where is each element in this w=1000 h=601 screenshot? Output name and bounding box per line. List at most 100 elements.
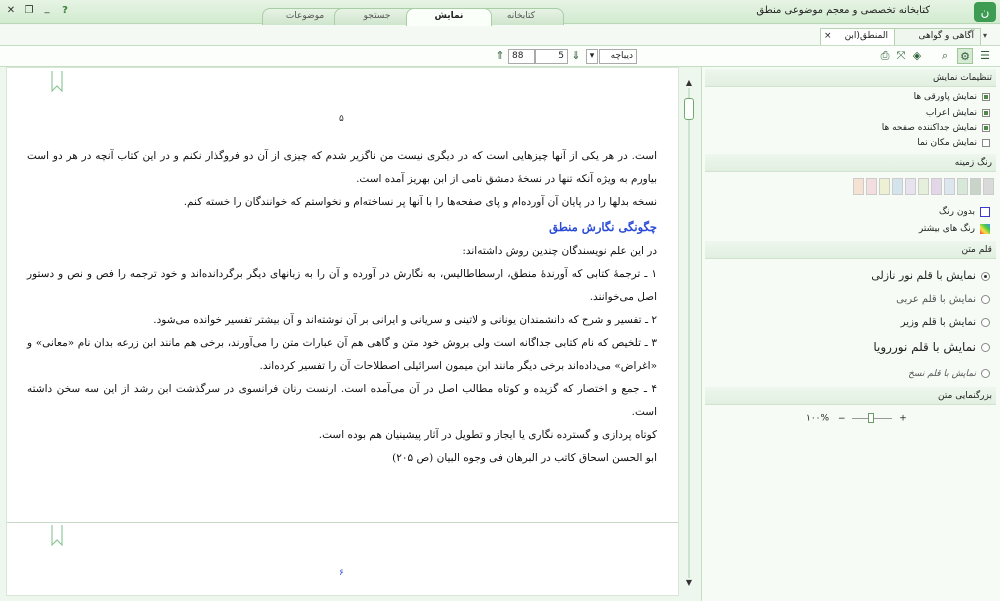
scroll-thumb[interactable] (684, 98, 694, 120)
section-heading: چگونگی نگارش منطق (549, 220, 657, 234)
document-text: است. در هر یکی از آنها چیزهایی است که در… (27, 145, 657, 470)
page-number-top: ۵ (339, 114, 344, 124)
paragraph: کوتاه پردازی و گسترده نگاری یا ایجاز و ت… (318, 429, 657, 441)
toolbar: ⎙ ⤧ ◈ ⌕ ⚙ ☰ ▾ دیباچه ⇓ 5 88 ⇑ (0, 46, 1000, 67)
scroll-down-icon[interactable]: ▼ (683, 578, 695, 588)
paragraph: در این علم نویسندگان چندین روش داشته‌اند… (462, 245, 657, 257)
option-page-separators[interactable]: نمایش جداکننده صفحه ها (882, 122, 990, 134)
print-icon[interactable]: ⎙ (877, 48, 893, 64)
background-color-title: رنگ زمینه (705, 154, 996, 172)
option-label: نمایش مکان نما (917, 138, 977, 148)
option-cursor[interactable]: نمایش مکان نما (917, 137, 990, 149)
book-tab-awareness[interactable]: آگاهی و گواهی (893, 28, 981, 45)
font-option-nour-nazli[interactable]: نمایش با قلم نور نازلی (871, 267, 990, 285)
settings-panel: تنظیمات نمایش نمایش پاورقی ها نمایش اعرا… (701, 67, 1000, 601)
color-swatch[interactable] (892, 178, 903, 195)
page-bookmark-icon[interactable] (51, 71, 63, 93)
zoom-input[interactable]: 88 (508, 49, 535, 64)
checkbox-icon[interactable] (982, 123, 990, 132)
section-select[interactable]: دیباچه (599, 49, 637, 64)
paragraph: نسخه بدلها را در پایان آن آورده‌ام و پای… (183, 196, 657, 208)
book-tab-almantiq[interactable]: المنطق(ابن مقفع) × (820, 28, 895, 56)
app-logo: ن (974, 2, 996, 22)
no-color-swatch[interactable] (980, 206, 990, 217)
bookmark-icon[interactable]: ◈ (909, 48, 925, 64)
zoom-value: ۱۰۰% (806, 413, 830, 424)
zoom-in-button[interactable]: + (899, 414, 907, 424)
zoom-out-button[interactable]: − (838, 414, 846, 424)
page-separator (7, 522, 678, 523)
radio-icon[interactable] (981, 369, 990, 378)
color-swatch[interactable] (957, 178, 968, 195)
option-footnotes[interactable]: نمایش پاورقی ها (914, 91, 990, 103)
fullscreen-icon[interactable]: ⤧ (893, 48, 909, 64)
help-button[interactable]: ? (58, 3, 72, 19)
font-option-label: نمایش با قلم نوررویا (873, 340, 976, 354)
tab-view[interactable]: نمایش (406, 8, 492, 26)
paragraph: است. در هر یکی از آنها چیزهایی است که در… (27, 150, 657, 185)
color-swatch[interactable] (970, 178, 981, 195)
list-icon[interactable]: ☰ (977, 48, 993, 64)
radio-icon[interactable] (981, 294, 990, 304)
font-title: قلم متن (705, 241, 996, 259)
tab-list-dropdown-icon[interactable]: ▾ (983, 31, 995, 43)
color-swatch[interactable] (931, 178, 942, 195)
text-zoom-control: ۱۰۰% − + (806, 413, 907, 424)
color-swatch[interactable] (866, 178, 877, 195)
font-option-vazir[interactable]: نمایش با قلم وزیر (901, 314, 990, 332)
text-zoom-title: بزرگنمایی متن (705, 387, 996, 405)
font-option-arabic[interactable]: نمایش با قلم عربی (896, 291, 990, 309)
close-window-button[interactable]: ✕ (4, 3, 18, 19)
prev-page-icon[interactable]: ⇑ (494, 48, 506, 64)
settings-gear-icon[interactable]: ⚙ (957, 48, 973, 64)
option-diacritics[interactable]: نمایش اعراب (926, 107, 990, 119)
option-label: نمایش پاورقی ها (913, 92, 977, 102)
font-option-label: نمایش با قلم عربی (896, 294, 976, 305)
page-bookmark-icon[interactable] (51, 525, 63, 547)
color-swatch[interactable] (918, 178, 929, 195)
color-swatch[interactable] (905, 178, 916, 195)
section-dropdown-arrow-icon[interactable]: ▾ (586, 49, 598, 64)
next-page-icon[interactable]: ⇓ (570, 48, 582, 64)
restore-window-button[interactable]: ❐ (22, 3, 36, 19)
checkbox-icon[interactable] (982, 108, 990, 117)
checkbox-icon[interactable] (982, 138, 990, 147)
page-number-bottom: ۶ (339, 568, 344, 578)
font-option-label: نمایش با قلم نور نازلی (871, 269, 976, 282)
scroll-track (688, 88, 690, 578)
zoom-slider[interactable] (852, 413, 893, 423)
font-option-naskh[interactable]: نمایش با قلم نسخ (908, 365, 990, 383)
color-swatch[interactable] (983, 178, 994, 195)
color-swatch[interactable] (879, 178, 890, 195)
paragraph: ۴ ـ جمع و اختصار که گزیده و کوتاه مطالب … (27, 383, 657, 418)
book-tab-strip: آگاهی و گواهی المنطق(ابن مقفع) × ▾ (0, 25, 1000, 56)
close-tab-icon[interactable]: × (824, 29, 832, 44)
option-label: رنگ های بیشتر (918, 224, 975, 234)
radio-icon[interactable] (981, 343, 990, 352)
checkbox-icon[interactable] (982, 92, 990, 101)
option-label: نمایش جداکننده صفحه ها (881, 123, 977, 133)
paragraph: ابو الحسن اسحاق کاتب در البرهان فی وجوه … (392, 452, 657, 464)
app-title: کتابخانه تخصصی و معجم موضوعی منطق (756, 5, 930, 16)
minimize-window-button[interactable]: _ (40, 3, 54, 19)
document-scrollbar[interactable]: ▲ ▼ (683, 78, 695, 590)
font-option-nour-roya[interactable]: نمایش با قلم نوررویا (873, 338, 990, 356)
palette-icon[interactable] (980, 223, 990, 234)
radio-icon[interactable] (981, 271, 990, 281)
paragraph: ۳ ـ تلخیص که نام کتابی جداگانه است ولی ب… (27, 337, 657, 372)
page-number-input[interactable]: 5 (535, 49, 568, 64)
option-label: بدون رنگ (939, 207, 975, 217)
color-swatch[interactable] (944, 178, 955, 195)
no-color-option[interactable]: بدون رنگ (939, 206, 990, 218)
radio-icon[interactable] (981, 317, 990, 327)
color-swatch[interactable] (853, 178, 864, 195)
search-icon[interactable]: ⌕ (937, 48, 953, 64)
paragraph: ۱ ـ ترجمهٔ کتابی که آورندهٔ منطق، ارسطاط… (27, 268, 657, 303)
font-option-label: نمایش با قلم وزیر (900, 317, 976, 328)
document-view[interactable]: ۵ است. در هر یکی از آنها چیزهایی است که … (6, 67, 679, 596)
font-option-label: نمایش با قلم نسخ (908, 369, 976, 379)
scroll-up-icon[interactable]: ▲ (683, 78, 695, 88)
more-colors-option[interactable]: رنگ های بیشتر (919, 223, 990, 235)
zoom-slider-thumb[interactable] (868, 413, 875, 423)
paragraph: ۲ ـ تفسیر و شرح که دانشمندان یونانی و لا… (153, 314, 657, 326)
